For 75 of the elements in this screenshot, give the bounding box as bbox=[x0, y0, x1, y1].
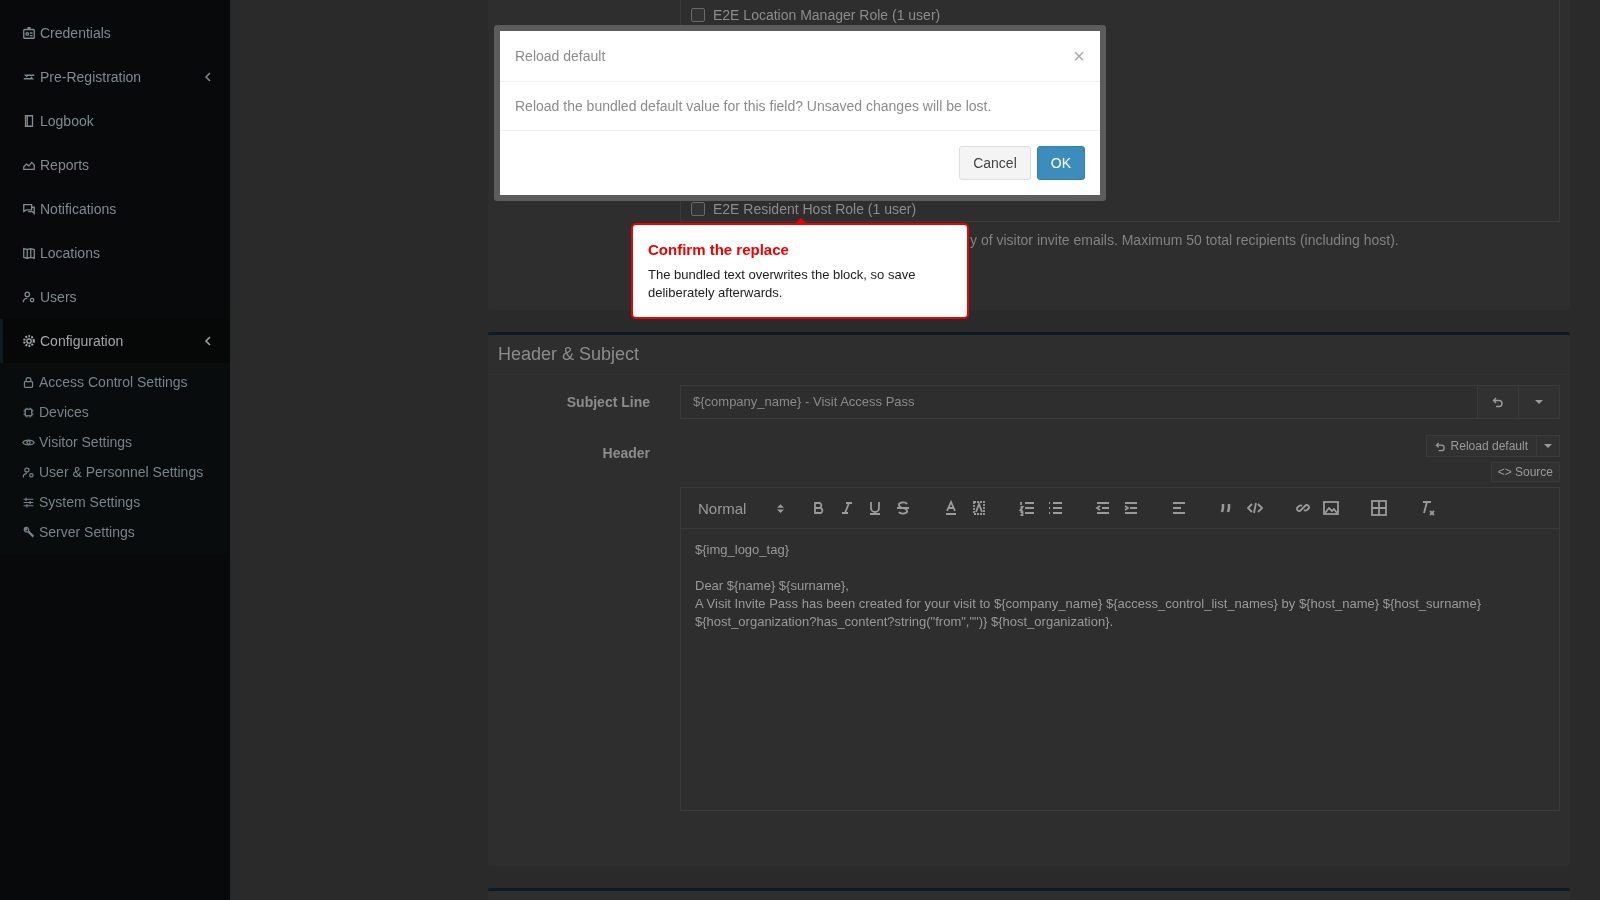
format-select[interactable]: Normal bbox=[698, 499, 784, 517]
submenu-item[interactable]: Visitor Settings bbox=[0, 427, 230, 457]
sidebar-item-label: Logbook bbox=[40, 113, 95, 129]
chip-icon bbox=[22, 405, 35, 419]
align-icon[interactable] bbox=[1170, 499, 1188, 517]
undo-icon bbox=[1492, 396, 1504, 408]
submenu-item[interactable]: System Settings bbox=[0, 487, 230, 517]
callout-title: Confirm the replace bbox=[648, 241, 790, 258]
submenu-item[interactable]: Access Control Settings bbox=[0, 367, 230, 397]
submenu-item-label: Devices bbox=[39, 404, 89, 420]
outdent-icon[interactable] bbox=[1094, 499, 1112, 517]
sidebar-item-label: Reports bbox=[40, 157, 91, 173]
dropdown-button[interactable] bbox=[1536, 435, 1560, 457]
lock-icon bbox=[22, 375, 35, 389]
sidebar-item-label: Users bbox=[40, 289, 78, 305]
indent-icon[interactable] bbox=[1122, 499, 1140, 517]
reload-default-button[interactable]: Reload default bbox=[1425, 435, 1537, 457]
checkbox[interactable] bbox=[691, 8, 705, 22]
up-down-arrows-icon bbox=[777, 502, 784, 514]
caret-down-icon bbox=[1535, 400, 1543, 404]
format-value: Normal bbox=[698, 499, 747, 517]
editor-text: Dear ${name} ${surname}, bbox=[695, 577, 850, 595]
sidebar-item-label: Notifications bbox=[40, 201, 118, 217]
editor-text: ${img_logo_tag} bbox=[695, 541, 790, 559]
sliders-icon bbox=[22, 495, 35, 509]
usergear-icon bbox=[22, 290, 36, 304]
sidebar-item-label: Pre-Registration bbox=[40, 69, 143, 85]
sidebar-item[interactable]: Pre-Registration bbox=[0, 55, 230, 99]
submenu-item-label: User & Personnel Settings bbox=[39, 464, 204, 480]
modal-title: Reload default bbox=[515, 48, 606, 64]
callout-text: The bundled text overwrites the block, so save deliberately afterwards. bbox=[648, 266, 917, 302]
cancel-button[interactable]: Cancel bbox=[959, 146, 1031, 180]
modal-message: Reload the bundled default value for this field? Unsaved changes will be lost. bbox=[500, 82, 1100, 131]
sidebar-item[interactable]: Credentials bbox=[0, 11, 230, 55]
sidebar-item[interactable]: Logbook bbox=[0, 99, 230, 143]
image-icon[interactable] bbox=[1322, 499, 1340, 517]
submenu-item-label: Server Settings bbox=[39, 524, 135, 540]
chat-icon bbox=[22, 202, 36, 216]
ul-icon[interactable] bbox=[1046, 499, 1064, 517]
submenu-item-label: Access Control Settings bbox=[39, 374, 188, 390]
sidebar-item[interactable]: Locations bbox=[0, 231, 230, 275]
submenu-item-label: Visitor Settings bbox=[39, 434, 133, 450]
help-text: y of visitor invite emails. Maximum 50 total recipients (including host). bbox=[970, 232, 1399, 248]
sidebar-item-label: Configuration bbox=[40, 333, 125, 349]
idcard-icon bbox=[22, 26, 36, 40]
editor-text: A Visit Invite Pass has been created for your visit to ${company_name} ${access_control_list_names} by ${host_name} ${host_surname} ${host_organization?has_content?string("from","")} ${host_organization}. bbox=[695, 595, 1483, 631]
sidebar-item[interactable]: Notifications bbox=[0, 187, 230, 231]
sidebar-item-label: Credentials bbox=[40, 25, 112, 41]
subject-field[interactable]: ${company_name} - Visit Access Pass bbox=[680, 385, 1478, 419]
field-label: Header bbox=[602, 445, 650, 461]
sidebar-item-label: Locations bbox=[40, 245, 101, 261]
ol-icon[interactable] bbox=[1018, 499, 1036, 517]
usergear-icon bbox=[22, 465, 35, 479]
card-title: Header & Subject bbox=[488, 335, 1570, 375]
role-label: E2E Resident Host Role (1 user) bbox=[713, 201, 917, 217]
submenu-item[interactable]: Server Settings bbox=[0, 517, 230, 547]
book-icon bbox=[22, 114, 36, 128]
field-label: Subject Line bbox=[566, 394, 650, 410]
map-icon bbox=[22, 246, 36, 260]
sidebar-item[interactable]: Reports bbox=[0, 143, 230, 187]
checkbox[interactable] bbox=[691, 202, 705, 216]
strike-icon[interactable] bbox=[894, 499, 912, 517]
source-button[interactable]: <> Source bbox=[1490, 462, 1560, 482]
submenu-item[interactable]: Devices bbox=[0, 397, 230, 427]
wrench-icon bbox=[22, 525, 35, 539]
caret-down-icon bbox=[1544, 444, 1552, 448]
submenu-item[interactable]: User & Personnel Settings bbox=[0, 457, 230, 487]
gear-icon bbox=[22, 334, 36, 348]
sidebar-item[interactable]: Users bbox=[0, 275, 230, 319]
table-icon[interactable] bbox=[1370, 499, 1388, 517]
chart-icon bbox=[22, 158, 36, 172]
role-label: E2E Location Manager Role (1 user) bbox=[713, 7, 941, 23]
undo-icon bbox=[1434, 440, 1446, 452]
ok-button[interactable]: OK bbox=[1036, 146, 1085, 180]
submenu-item-label: System Settings bbox=[39, 494, 141, 510]
